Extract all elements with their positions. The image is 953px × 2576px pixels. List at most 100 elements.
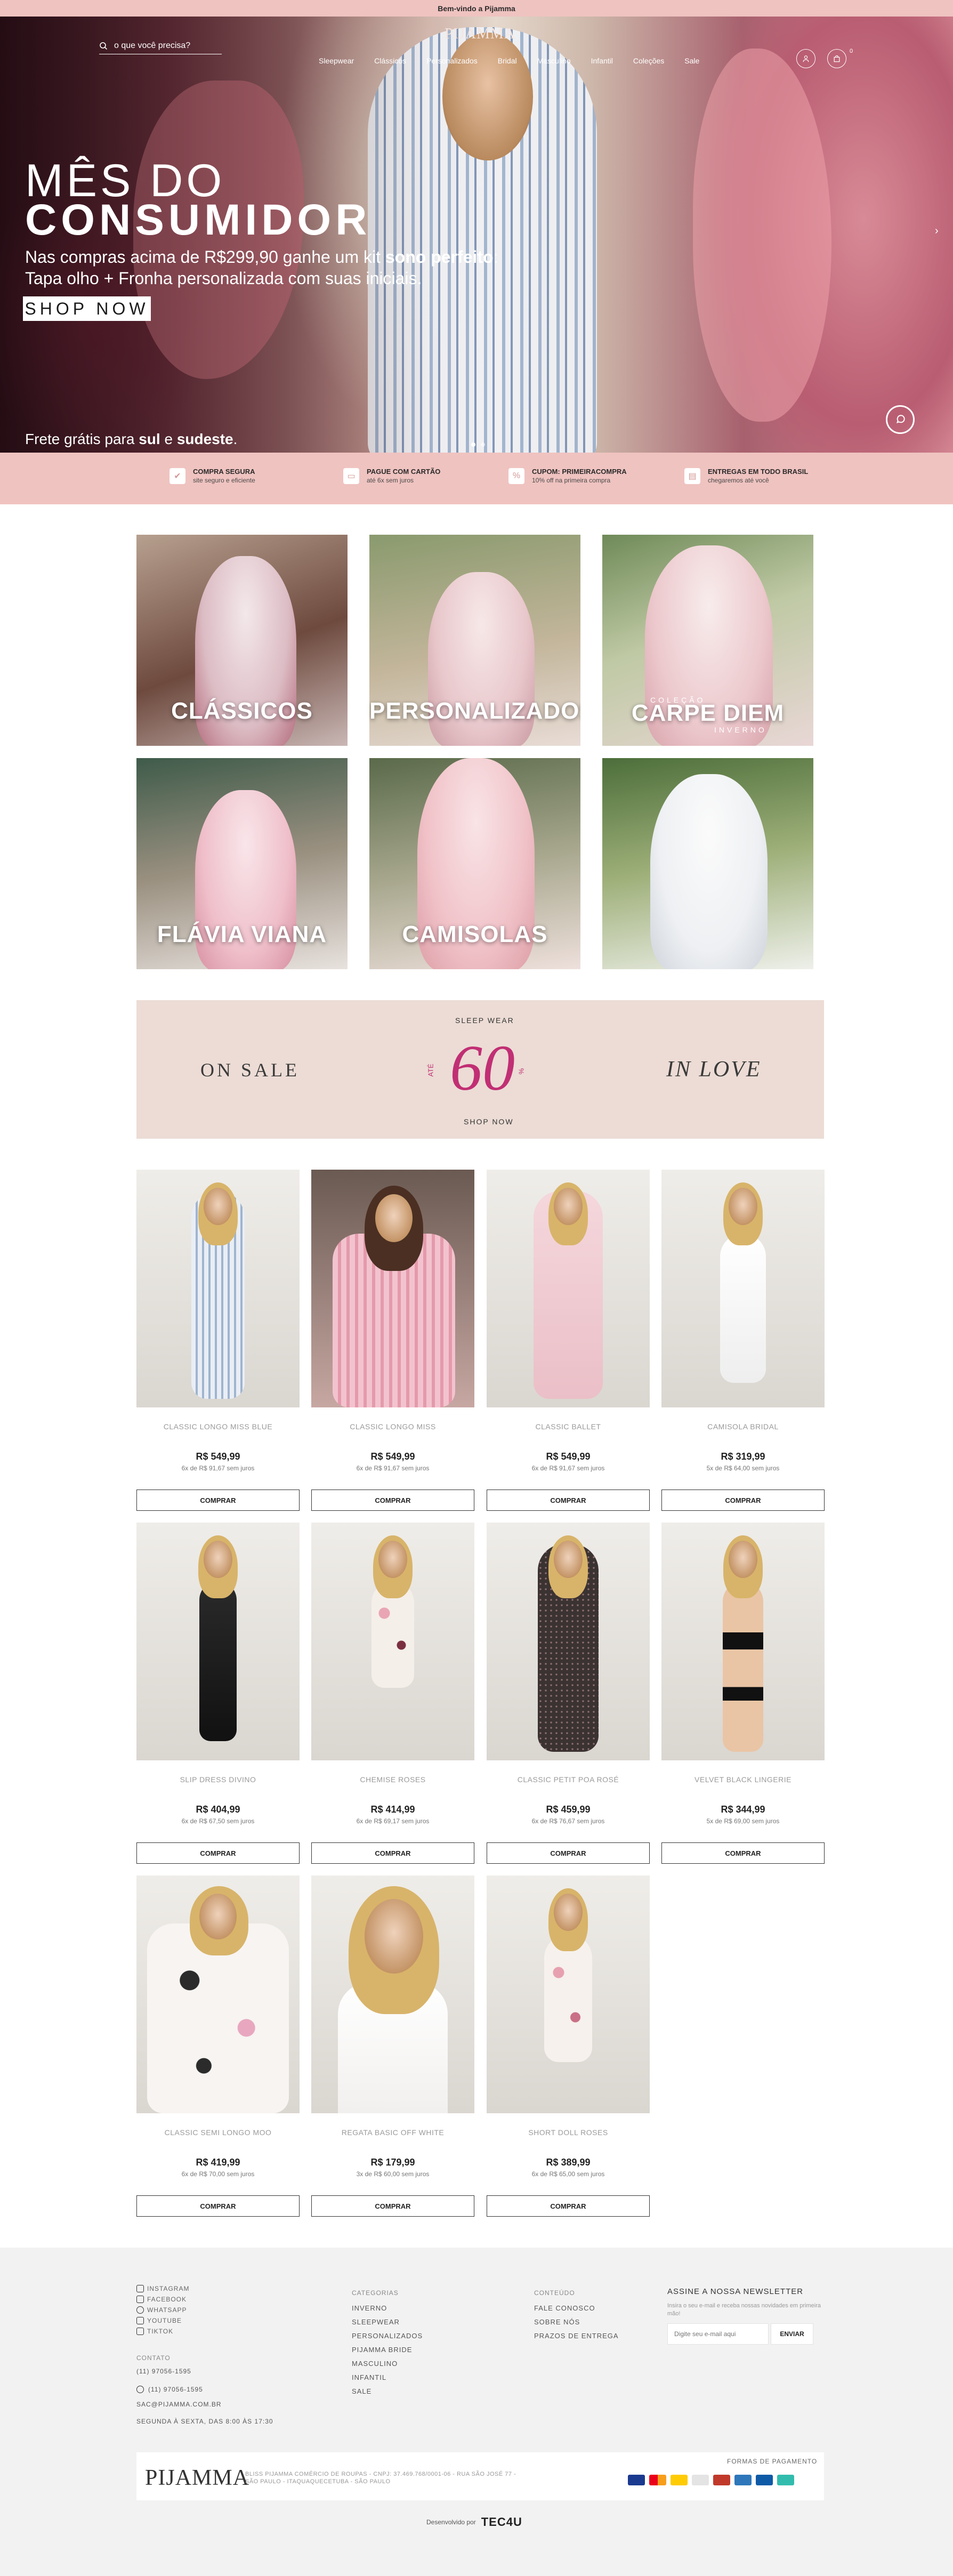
main-nav: Sleepwear Clássicos Personalizados Brida… (319, 57, 720, 65)
hero-free-shipping: Frete grátis para sul e sudeste. (25, 431, 237, 448)
sale-banner[interactable]: ON SALE SLEEP WEAR ATÉ 60 % SHOP NOW IN … (136, 1000, 824, 1139)
buy-button[interactable]: COMPRAR (136, 2195, 300, 2217)
footer-link[interactable]: MASCULINO (352, 2360, 423, 2368)
sale-percent-sign: % (517, 1068, 526, 1075)
product-name[interactable]: VELVET BLACK LINGERIE (661, 1775, 825, 1784)
product-card[interactable]: CLASSIC LONGO MISS BLUE R$ 549,99 6x de … (136, 1170, 300, 1511)
product-card[interactable]: CAMISOLA BRIDAL R$ 319,99 5x de R$ 64,00… (661, 1170, 825, 1511)
footer-link[interactable]: SOBRE NÓS (534, 2318, 619, 2326)
product-image[interactable] (136, 1875, 300, 2113)
product-image[interactable] (487, 1170, 650, 1407)
product-image[interactable] (661, 1523, 825, 1760)
footer-link[interactable]: SALE (352, 2387, 423, 2395)
product-name[interactable]: CLASSIC BALLET (487, 1422, 650, 1431)
product-name[interactable]: CLASSIC PETIT POA ROSÉ (487, 1775, 650, 1784)
footer-logo[interactable]: PIJAMMA (145, 2465, 249, 2491)
buy-button[interactable]: COMPRAR (136, 1842, 300, 1864)
footer-tiktok[interactable]: TIKTOK (136, 2328, 189, 2335)
product-name[interactable]: REGATA BASIC OFF WHITE (311, 2128, 474, 2137)
hero-text-b: sono perfeito (385, 247, 494, 267)
product-card[interactable]: SLIP DRESS DIVINO R$ 404,99 6x de R$ 67,… (136, 1523, 300, 1864)
shop-now-button[interactable]: SHOP NOW (23, 296, 151, 321)
footer-link[interactable]: SLEEPWEAR (352, 2318, 423, 2326)
buy-button[interactable]: COMPRAR (136, 1490, 300, 1511)
product-image[interactable] (136, 1170, 300, 1407)
product-name[interactable]: SHORT DOLL ROSES (487, 2128, 650, 2137)
footer-facebook[interactable]: FACEBOOK (136, 2296, 189, 2303)
footer-link[interactable]: INVERNO (352, 2304, 423, 2312)
product-image[interactable] (311, 1875, 474, 2113)
product-card[interactable]: CLASSIC PETIT POA ROSÉ R$ 459,99 6x de R… (487, 1523, 650, 1864)
product-card[interactable]: CLASSIC LONGO MISS R$ 549,99 6x de R$ 91… (311, 1170, 474, 1511)
product-card[interactable]: SHORT DOLL ROSES R$ 389,99 6x de R$ 65,0… (487, 1875, 650, 2217)
product-card[interactable]: CLASSIC SEMI LONGO MOO R$ 419,99 6x de R… (136, 1875, 300, 2217)
newsletter-subtitle: Insira o seu e-mail e receba nossas novi… (667, 2303, 821, 2317)
nav-item-bridal[interactable]: Bridal (498, 57, 517, 65)
nav-item-colecoes[interactable]: Coleções (633, 57, 664, 65)
chevron-right-icon[interactable]: › (935, 225, 939, 237)
nav-item-infantil[interactable]: Infantil (591, 57, 613, 65)
product-image[interactable] (487, 1523, 650, 1760)
product-card[interactable]: CHEMISE ROSES R$ 414,99 6x de R$ 69,17 s… (311, 1523, 474, 1864)
search-icon[interactable] (99, 42, 108, 50)
newsletter-submit-button[interactable]: ENVIAR (771, 2323, 813, 2345)
product-image[interactable] (311, 1523, 474, 1760)
buy-button[interactable]: COMPRAR (661, 1842, 825, 1864)
account-button[interactable] (796, 49, 815, 68)
nav-item-sale[interactable]: Sale (684, 57, 699, 65)
developer-logo[interactable]: TEC4U (481, 2515, 522, 2529)
hero-dot-1[interactable] (471, 442, 475, 447)
nav-item-classicos[interactable]: Clássicos (374, 57, 406, 65)
category-bridal[interactable] (602, 758, 813, 969)
product-name[interactable]: CAMISOLA BRIDAL (661, 1422, 825, 1431)
buy-button[interactable]: COMPRAR (487, 2195, 650, 2217)
buy-button[interactable]: COMPRAR (661, 1490, 825, 1511)
product-name[interactable]: CLASSIC SEMI LONGO MOO (136, 2128, 300, 2137)
product-card[interactable]: CLASSIC BALLET R$ 549,99 6x de R$ 91,67 … (487, 1170, 650, 1511)
hero-dot-2[interactable] (481, 442, 485, 447)
product-card[interactable]: REGATA BASIC OFF WHITE R$ 179,99 3x de R… (311, 1875, 474, 2217)
product-card[interactable]: VELVET BLACK LINGERIE R$ 344,99 5x de R$… (661, 1523, 825, 1864)
product-image[interactable] (136, 1523, 300, 1760)
category-flavia-viana[interactable]: FLÁVIA VIANA (136, 758, 348, 969)
buy-button[interactable]: COMPRAR (487, 1842, 650, 1864)
nav-item-masculino[interactable]: Masculino (537, 57, 571, 65)
sale-shop-now[interactable]: SHOP NOW (464, 1117, 514, 1126)
category-classicos[interactable]: CLÁSSICOS (136, 535, 348, 746)
category-camisolas[interactable]: CAMISOLAS (369, 758, 580, 969)
search-bar[interactable] (99, 37, 222, 54)
footer-link[interactable]: PERSONALIZADOS (352, 2332, 423, 2340)
product-name[interactable]: SLIP DRESS DIVINO (136, 1775, 300, 1784)
category-carpe-diem[interactable]: COLEÇÃO CARPE DIEM INVERNO (602, 535, 813, 746)
product-name[interactable]: CHEMISE ROSES (311, 1775, 474, 1784)
buy-button[interactable]: COMPRAR (311, 2195, 474, 2217)
footer-instagram[interactable]: INSTAGRAM (136, 2285, 189, 2292)
nav-item-personalizados[interactable]: Personalizados (426, 57, 478, 65)
cart-button[interactable] (827, 49, 846, 68)
buy-button[interactable]: COMPRAR (311, 1490, 474, 1511)
whatsapp-icon[interactable] (886, 405, 915, 434)
footer-link[interactable]: FALE CONOSCO (534, 2304, 619, 2312)
footer-link[interactable]: PIJAMMA BRIDE (352, 2346, 423, 2354)
product-installments: 6x de R$ 70,00 sem juros (181, 2170, 255, 2178)
contact-phone[interactable]: (11) 97056-1595 (136, 2368, 273, 2375)
sale-right-text: IN LOVE (666, 1057, 762, 1082)
product-name[interactable]: CLASSIC LONGO MISS BLUE (136, 1422, 300, 1431)
buy-button[interactable]: COMPRAR (487, 1490, 650, 1511)
footer-whatsapp[interactable]: WHATSAPP (136, 2306, 189, 2314)
product-image[interactable] (661, 1170, 825, 1407)
footer-link[interactable]: PRAZOS DE ENTREGA (534, 2332, 619, 2340)
site-logo[interactable]: PIJAMMA (445, 26, 515, 43)
contact-whatsapp[interactable]: (11) 97056-1595 (136, 2386, 273, 2393)
contact-email[interactable]: SAC@PIJAMMA.COM.BR (136, 2401, 273, 2408)
product-image[interactable] (487, 1875, 650, 2113)
buy-button[interactable]: COMPRAR (311, 1842, 474, 1864)
footer-youtube[interactable]: YOUTUBE (136, 2317, 189, 2324)
product-image[interactable] (311, 1170, 474, 1407)
search-input[interactable] (114, 41, 210, 51)
nav-item-sleepwear[interactable]: Sleepwear (319, 57, 354, 65)
newsletter-email-input[interactable] (667, 2323, 769, 2345)
footer-link[interactable]: INFANTIL (352, 2373, 423, 2381)
category-personalizados[interactable]: PERSONALIZADOS (369, 535, 580, 746)
product-name[interactable]: CLASSIC LONGO MISS (311, 1422, 474, 1431)
